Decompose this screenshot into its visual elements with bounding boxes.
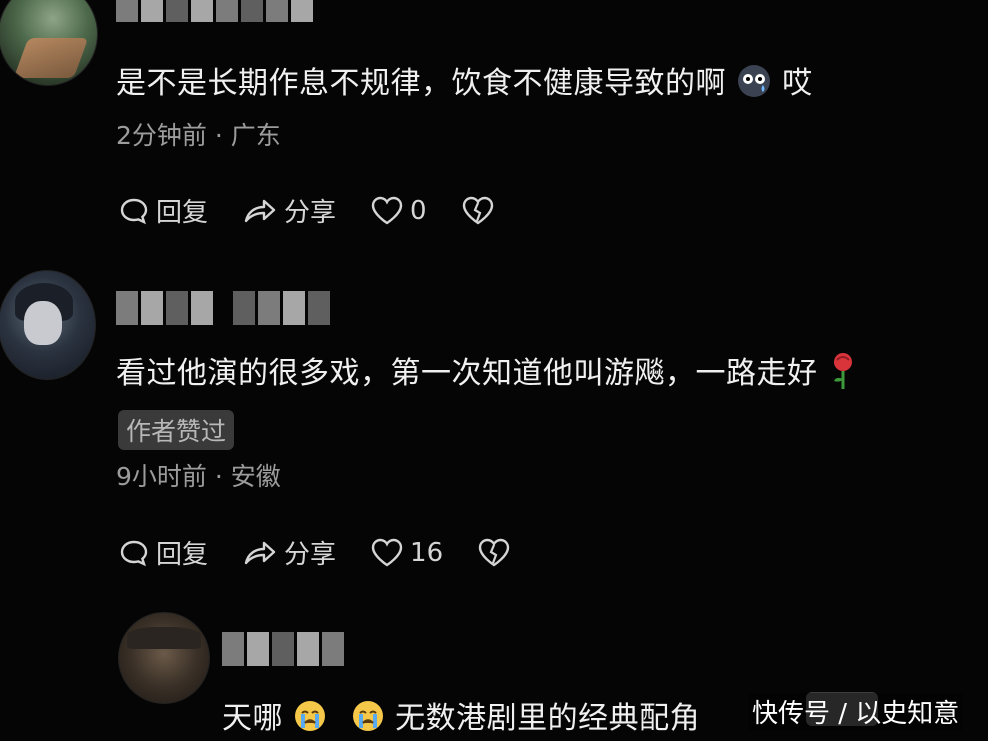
- avatar[interactable]: [118, 612, 210, 704]
- dislike-button[interactable]: [477, 537, 517, 569]
- crying-emoji-icon: [293, 699, 327, 741]
- like-count: 16: [410, 537, 444, 568]
- heart-icon: [371, 196, 403, 224]
- comment-bubble-icon: [120, 198, 148, 224]
- comment-actions: 回复 分享 0: [118, 192, 535, 229]
- like-button[interactable]: 0: [370, 195, 427, 227]
- sweat-emoji-icon: [736, 63, 772, 107]
- username-blurred[interactable]: [222, 632, 344, 666]
- broken-heart-icon: [478, 538, 510, 566]
- author-liked-badge: 作者赞过: [118, 410, 235, 450]
- like-button[interactable]: 16: [370, 537, 443, 569]
- share-arrow-icon: [244, 199, 276, 222]
- avatar[interactable]: [0, 270, 96, 380]
- watermark: 快传号 / 以史知意: [748, 693, 964, 730]
- heart-icon: [371, 538, 403, 566]
- comment-actions: 回复 分享 16: [118, 534, 551, 571]
- comment-meta: 9小时前 · 安徽: [116, 462, 281, 491]
- share-arrow-icon: [244, 541, 276, 564]
- username-blurred[interactable]: [116, 291, 330, 325]
- reply-button[interactable]: 回复: [118, 192, 208, 229]
- comment-text: 看过他演的很多戏，第一次知道他叫游飚，一路走好: [116, 348, 858, 399]
- share-button[interactable]: 分享: [242, 192, 336, 229]
- comment-bubble-icon: [120, 540, 148, 566]
- share-button[interactable]: 分享: [242, 534, 336, 571]
- comment-meta: 2分钟前 · 广东: [116, 121, 281, 150]
- username-blurred[interactable]: [116, 0, 313, 22]
- broken-heart-icon: [462, 196, 493, 224]
- like-count: 0: [410, 195, 427, 226]
- comment-text: 是不是长期作息不规律，饮食不健康导致的啊 哎: [116, 58, 813, 107]
- comment-text: 天哪 无数港剧里的经典配角: [222, 693, 700, 741]
- rose-emoji-icon: [828, 351, 858, 399]
- reply-button[interactable]: 回复: [118, 534, 208, 571]
- dislike-button[interactable]: [461, 195, 501, 227]
- crying-emoji-icon: [351, 699, 385, 741]
- avatar[interactable]: [0, 0, 98, 86]
